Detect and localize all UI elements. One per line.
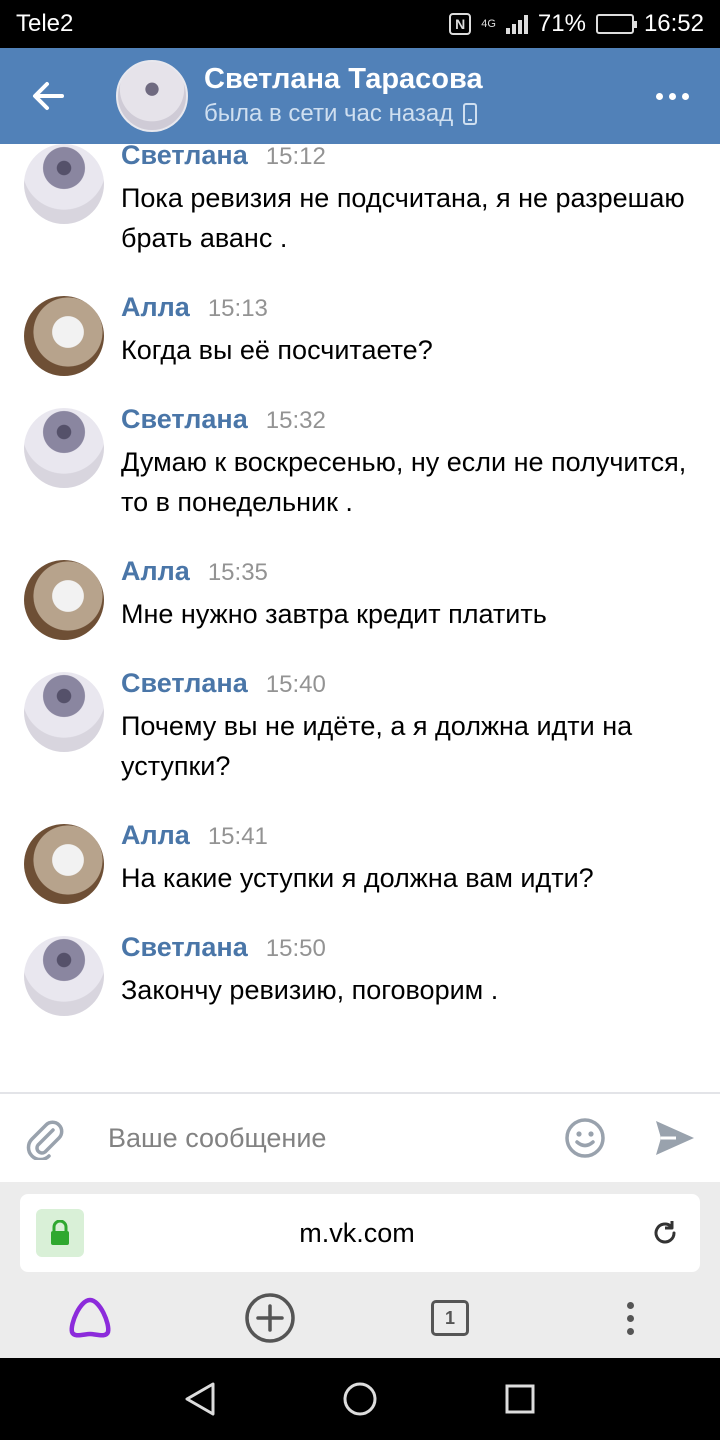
contact-name: Светлана Тарасова <box>204 63 483 95</box>
avatar[interactable] <box>24 408 104 488</box>
triangle-back-icon <box>185 1382 215 1416</box>
message-author[interactable]: Алла <box>121 556 190 587</box>
contact-status-text: была в сети час назад <box>204 100 454 127</box>
network-type-label: 4G <box>481 18 496 30</box>
new-tab-button[interactable] <box>225 1278 315 1358</box>
circle-home-icon <box>343 1382 377 1416</box>
message-author[interactable]: Светлана <box>121 144 248 171</box>
more-dot <box>655 92 663 100</box>
tabs-button[interactable]: 1 <box>405 1278 495 1358</box>
message-text: Закончу ревизию, поговорим . <box>121 975 499 1005</box>
message-composer <box>0 1092 720 1182</box>
message-time: 15:40 <box>265 671 326 698</box>
contact-status: была в сети час назад <box>204 97 624 131</box>
attach-button[interactable] <box>0 1094 90 1182</box>
message-header: Светлана 15:32 <box>121 404 326 435</box>
message-time: 15:13 <box>207 295 268 322</box>
avatar[interactable] <box>24 824 104 904</box>
avatar[interactable] <box>24 296 104 376</box>
message-author[interactable]: Светлана <box>121 404 248 435</box>
reload-icon <box>654 1221 676 1244</box>
message-list[interactable]: Светлана 15:12 Пока ревизия не подсчитан… <box>0 144 720 1092</box>
message-author[interactable]: Алла <box>121 292 190 323</box>
more-vertical-icon <box>626 1301 634 1335</box>
message-header: Светлана 15:40 <box>121 668 326 699</box>
nav-recents-button[interactable] <box>480 1359 560 1439</box>
avatar[interactable] <box>24 144 104 224</box>
contact-info[interactable]: Светлана Тарасова была в сети час назад <box>204 61 624 131</box>
signal-icon <box>505 14 528 34</box>
clock: 16:52 <box>643 10 704 37</box>
back-button[interactable] <box>0 48 96 144</box>
message-text: Думаю к воскресенью, ну если не получитс… <box>121 447 687 517</box>
avatar[interactable] <box>24 672 104 752</box>
address-bar[interactable]: m.vk.com <box>20 1194 700 1272</box>
message-time: 15:41 <box>207 823 268 850</box>
message-header: Светлана 15:50 <box>121 932 326 963</box>
chat-header: Светлана Тарасова была в сети час назад <box>0 48 720 144</box>
contact-avatar[interactable] <box>116 60 188 132</box>
alice-button[interactable] <box>45 1278 135 1358</box>
battery-icon <box>595 14 637 34</box>
message-header: Алла 15:35 <box>121 556 268 587</box>
arrow-left-icon <box>33 82 64 110</box>
message-header: Алла 15:41 <box>121 820 268 851</box>
message-text: Мне нужно завтра кредит платить <box>121 599 547 629</box>
message-text: Почему вы не идёте, а я должна идти на у… <box>121 711 633 781</box>
more-dot <box>681 92 689 100</box>
emoji-button[interactable] <box>540 1094 630 1182</box>
message-input[interactable] <box>90 1108 540 1168</box>
nfc-icon: N <box>449 13 472 35</box>
lock-icon <box>51 1220 69 1245</box>
message-text: Пока ревизия не подсчитана, я не разреша… <box>121 183 685 253</box>
reload-button[interactable] <box>630 1198 700 1268</box>
url-text[interactable]: m.vk.com <box>84 1218 630 1249</box>
avatar[interactable] <box>24 936 104 1016</box>
browser-bar: m.vk.com 1 <box>0 1182 720 1358</box>
status-icons: N 4G 71% 16:52 <box>449 10 704 38</box>
more-button[interactable] <box>624 48 720 144</box>
avatar[interactable] <box>24 560 104 640</box>
alice-icon <box>69 1297 111 1338</box>
message-author[interactable]: Алла <box>121 820 190 851</box>
browser-menu-button[interactable] <box>585 1278 675 1358</box>
message-author[interactable]: Светлана <box>121 932 248 963</box>
browser-nav: 1 <box>0 1278 720 1358</box>
nav-back-button[interactable] <box>160 1359 240 1439</box>
secure-lock-badge[interactable] <box>36 1209 84 1257</box>
send-button[interactable] <box>630 1094 720 1182</box>
carrier-label: Tele2 <box>16 10 74 37</box>
more-dot <box>668 92 676 100</box>
message-time: 15:12 <box>265 144 326 170</box>
status-bar: Tele2 N 4G 71% 16:52 <box>0 0 720 48</box>
message-time: 15:32 <box>265 407 326 434</box>
battery-percent: 71% <box>537 10 586 37</box>
send-icon <box>656 1121 694 1155</box>
message-time: 15:50 <box>265 935 326 962</box>
message-text: Когда вы её посчитаете? <box>121 335 433 365</box>
smile-icon <box>565 1118 605 1158</box>
square-recents-icon <box>505 1384 535 1414</box>
tabs-count: 1 <box>431 1300 469 1336</box>
message-header: Алла 15:13 <box>121 292 268 323</box>
plus-circle-icon <box>245 1293 295 1343</box>
message-header: Светлана 15:12 <box>121 144 326 171</box>
message-text: На какие уступки я должна вам идти? <box>121 863 594 893</box>
paperclip-icon <box>26 1120 64 1160</box>
message-author[interactable]: Светлана <box>121 668 248 699</box>
android-nav-bar <box>0 1358 720 1440</box>
message-time: 15:35 <box>207 559 268 586</box>
nav-home-button[interactable] <box>320 1359 400 1439</box>
mobile-phone-icon <box>463 103 478 125</box>
